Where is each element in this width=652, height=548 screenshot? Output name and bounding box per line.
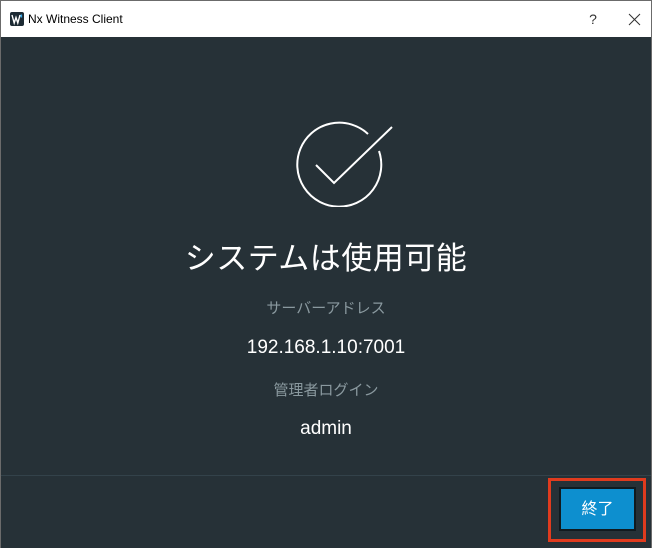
dialog-window: Nx Witness Client ? システムは使用可能 サーバーアドレス 1… [0,0,652,548]
server-address-value: 192.168.1.10:7001 [246,337,406,358]
server-address-label: サーバーアドレス [266,299,386,317]
help-button[interactable]: ? [583,9,603,29]
finish-button[interactable]: 終了 [559,487,636,531]
admin-login-value: admin [300,418,352,439]
window-title: Nx Witness Client [28,12,123,26]
content-area: システムは使用可能 サーバーアドレス 192.168.1.10:7001 管理者… [1,37,651,475]
headline: システムは使用可能 [184,241,468,277]
close-icon[interactable] [625,10,645,30]
check-circle-icon [284,121,396,208]
title-bar[interactable]: Nx Witness Client ? [1,1,651,37]
nx-witness-logo-icon [10,12,24,26]
admin-login-label: 管理者ログイン [273,381,379,399]
